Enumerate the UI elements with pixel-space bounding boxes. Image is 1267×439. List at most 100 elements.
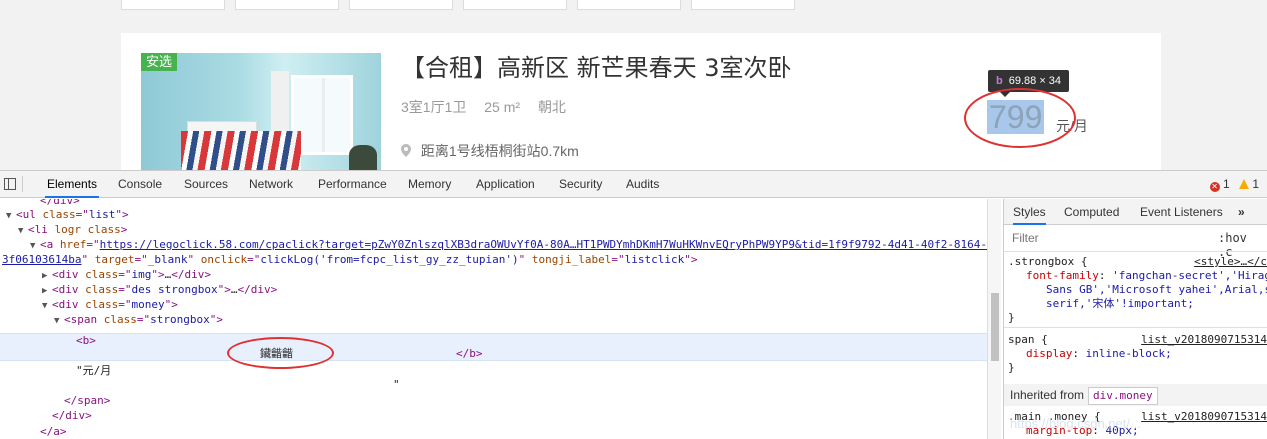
tab-event-listeners[interactable]: Event Listeners (1140, 199, 1223, 225)
dom-link[interactable]: https://legoclick.58.com/cpaclick?target… (100, 238, 987, 251)
photo-plant (349, 145, 377, 170)
tab-performance[interactable]: Performance (316, 171, 389, 198)
tab-computed[interactable]: Computed (1064, 199, 1119, 225)
dom-tag: </span> (64, 394, 111, 407)
rule-declaration[interactable]: display: inline-block; (1026, 347, 1172, 361)
filter-tab[interactable] (577, 0, 681, 10)
tab-application[interactable]: Application (474, 171, 537, 198)
rule-declaration-cont: serif,'宋体'!important; (1046, 297, 1194, 311)
inherited-from-link[interactable]: div.money (1088, 387, 1158, 405)
dom-line-li[interactable]: ▼ <li logr class> (0, 222, 987, 237)
dom-attr-name: class (87, 223, 121, 236)
issues-counter[interactable]: ✕ 1 1 (1209, 177, 1259, 192)
dom-tag: ul (22, 208, 36, 221)
inherited-header: Inherited from div.money (1004, 384, 1267, 406)
dom-attr-value: list (88, 208, 116, 221)
tab-security[interactable]: Security (557, 171, 604, 198)
rule-selector: .strongbox { (1008, 255, 1088, 268)
dom-tag: </b> (456, 347, 483, 360)
warning-count: 1 (1252, 177, 1259, 191)
styles-pane: Styles Computed Event Listeners » :hov .… (1003, 199, 1267, 439)
dom-tree[interactable]: </div> ▼ <ul class="list"> ▼ <li logr clas… (0, 199, 987, 439)
dom-line-a[interactable]: ▼ <a href="https://legoclick.58.com/cpacl… (0, 237, 987, 252)
dom-attr-value: money (131, 298, 165, 311)
dom-line-span-close[interactable]: </span> (0, 393, 987, 408)
css-value: 'fangchan-secret','Hirag (1112, 269, 1267, 282)
dom-line-div-money[interactable]: ▼ <div class="money"> (0, 297, 987, 312)
rule-source-link[interactable]: <style>…</c (1194, 255, 1267, 269)
filter-tab[interactable] (349, 0, 453, 10)
rule-source-link[interactable]: list_v2018090715314 (1141, 333, 1267, 347)
divider (1004, 251, 1267, 252)
distance-text: 距离1号线梧桐街站0.7km (420, 143, 579, 159)
dom-attr-value: des strongbox (131, 283, 218, 296)
dom-line-div-img[interactable]: ▶ <div class="img">…</div> (0, 267, 987, 282)
styles-tabbar: Styles Computed Event Listeners » (1004, 199, 1267, 225)
dom-line-div-close[interactable]: </div> (0, 408, 987, 423)
tab-sources[interactable]: Sources (182, 171, 230, 198)
dom-attr-value: clickLog('from=fcpc_list_gy_zz_tupian') (260, 253, 519, 266)
filter-tab[interactable] (235, 0, 339, 10)
dom-text-node: " (393, 378, 400, 391)
listing-title[interactable]: 【合租】高新区 新芒果春天 3室次卧 (401, 48, 792, 83)
dom-line-div-des[interactable]: ▶ <div class="des strongbox">…</div> (0, 282, 987, 297)
rule-declaration[interactable]: font-family: 'fangchan-secret','Hirag (1026, 269, 1267, 283)
filter-tab[interactable] (121, 0, 225, 10)
dock-icon[interactable] (4, 178, 16, 190)
dom-tag: li (34, 223, 48, 236)
error-icon: ✕ (1209, 182, 1220, 192)
warning-icon (1238, 179, 1249, 189)
tab-elements[interactable]: Elements (45, 171, 100, 198)
css-property: font-family (1026, 269, 1099, 282)
toolbar-separator (22, 176, 23, 192)
watermark: https://blog.csdn.net/... (1010, 416, 1141, 431)
dom-link[interactable]: 3f06103614ba (2, 253, 81, 266)
devtools-panel: Elements Console Sources Network Perform… (0, 170, 1267, 439)
css-value: Sans GB','Microsoft yahei',Arial,s (1046, 283, 1267, 296)
inherited-label: Inherited from (1010, 388, 1085, 402)
rule-close: } (1008, 311, 1015, 324)
location-pin-icon (401, 144, 411, 157)
dom-line-a-cont[interactable]: 3f06103614ba" target="_blank" onclick="c… (0, 252, 987, 267)
red-annotation-circle (964, 88, 1076, 148)
rule-selector: span { (1008, 333, 1048, 346)
listing-meta: 3室1厅1卫 25 m² 朝北 (401, 97, 580, 117)
dom-scrollbar[interactable] (987, 199, 1001, 439)
tab-network[interactable]: Network (247, 171, 295, 198)
expand-triangle-icon[interactable]: ▼ (54, 314, 64, 329)
tab-styles[interactable]: Styles (1013, 199, 1046, 225)
rule-close: } (1008, 361, 1015, 374)
rule-source-link[interactable]: list_v2018090715314 (1141, 410, 1267, 424)
dom-attr-value: strongbox (150, 313, 210, 326)
more-tabs-icon[interactable]: » (1238, 199, 1245, 225)
dom-line-a-close[interactable]: </a> (0, 424, 987, 439)
dom-tag: </a> (40, 425, 67, 438)
css-value: serif,'宋体'!important; (1046, 297, 1194, 310)
dom-line-text[interactable]: "元/月 (0, 363, 987, 378)
tab-audits[interactable]: Audits (624, 171, 661, 198)
filter-tab[interactable] (463, 0, 567, 10)
tab-memory[interactable]: Memory (406, 171, 453, 198)
dom-line-quote[interactable]: " (0, 377, 987, 392)
room-orientation: 朝北 (537, 99, 566, 115)
tab-console[interactable]: Console (116, 171, 164, 198)
dom-line-ul[interactable]: ▼ <ul class="list"> (0, 207, 987, 222)
listing-location: 距离1号线梧桐街站0.7km (401, 141, 579, 161)
tooltip-size: 69.88 × 34 (1008, 75, 1062, 87)
divider (1004, 327, 1267, 328)
rule-declaration-cont: Sans GB','Microsoft yahei',Arial,s (1046, 283, 1267, 297)
scrollbar-thumb[interactable] (991, 293, 999, 361)
room-layout: 3室1厅1卫 (401, 99, 467, 115)
css-value: inline-block; (1085, 347, 1172, 360)
dom-tag: </div> (40, 199, 80, 207)
filter-tab[interactable] (691, 0, 795, 10)
photo-bed (181, 131, 301, 170)
screenshot-root: 安选 【合租】高新区 新芒果春天 3室次卧 3室1厅1卫 25 m² 朝北 距离… (0, 0, 1267, 439)
dom-line-span[interactable]: ▼ <span class="strongbox"> (0, 312, 987, 327)
dom-attr-value: _blank (147, 253, 188, 266)
dom-attr-value: listclick (624, 253, 685, 266)
styles-filter-input[interactable] (1008, 228, 1208, 248)
dom-attr-name: logr (54, 223, 82, 236)
dom-line-b-selected[interactable]: <b> 鑶龤龤 </b> (0, 333, 987, 361)
hov-label[interactable]: :hov (1218, 231, 1247, 245)
